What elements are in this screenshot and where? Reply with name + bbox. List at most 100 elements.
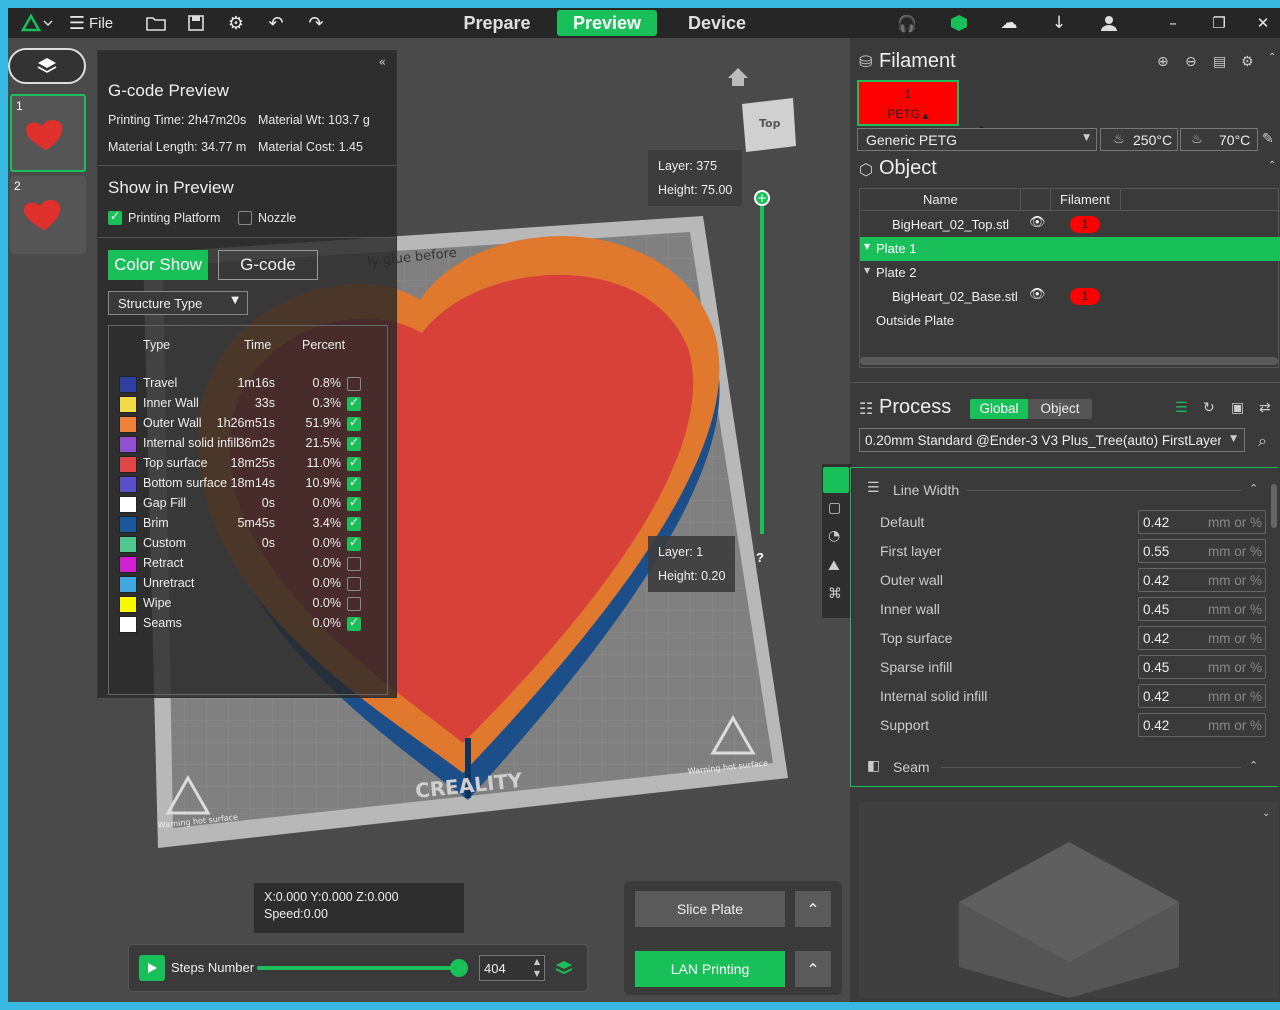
expand-down-icon[interactable]: ⌄ [1262,808,1270,819]
bed-temp-field[interactable]: ♨ 70°C [1180,128,1258,151]
layers-toggle-button[interactable] [8,48,86,84]
color-show-button[interactable]: Color Show [108,250,208,280]
save-button[interactable] [182,8,210,38]
object-row-plate-2[interactable]: ▼ Plate 2 [860,261,1280,285]
process-compare-icon[interactable]: ⇄ [1259,400,1271,416]
line-width-input[interactable]: 0.42 mm or % [1138,510,1266,534]
spin-arrows-icon[interactable]: ▲ ▼ [534,956,540,980]
nozzle-temp-field[interactable]: ♨ 250°C [1100,128,1178,151]
model-shop-button[interactable] [946,8,972,38]
close-icon[interactable]: ✕ [1250,8,1276,38]
legend-visibility-checkbox[interactable] [347,455,361,471]
steps-slider-track[interactable] [257,959,468,977]
tab-device[interactable]: Device [668,10,766,36]
edit-pencil-icon[interactable]: ✎ [1262,131,1274,147]
slice-plate-button[interactable]: Slice Plate [635,891,785,927]
cloud-upload-icon[interactable]: ☁ [996,8,1022,38]
visibility-eye-icon[interactable]: 👁 [1029,287,1046,302]
headset-icon[interactable]: 🎧 [894,8,920,38]
redo-icon[interactable]: ↷ [302,8,330,38]
object-row-plate-1[interactable]: ▼ Plate 1 [860,237,1280,261]
filament-preset-dropdown[interactable]: Generic PETG ▼ [857,128,1097,151]
collapse-up-icon[interactable]: ⌃ [1249,759,1258,772]
legend-visibility-checkbox[interactable] [347,577,361,591]
filament-badge[interactable]: 1 [1070,216,1100,233]
settings-scrollbar[interactable] [1271,484,1277,528]
printing-platform-checkbox[interactable] [108,209,122,225]
process-reset-icon[interactable]: ↻ [1203,400,1215,416]
support-category-icon[interactable]: ⛰ [828,558,840,574]
slice-options-chevron-icon[interactable]: ⌃ [795,891,831,927]
object-row-top-stl[interactable]: BigHeart_02_Top.stl 👁 1 [860,213,1280,237]
line-width-input[interactable]: 0.42 mm or % [1138,626,1266,650]
line-width-input[interactable]: 0.42 mm or % [1138,713,1266,737]
filament-badge[interactable]: 1 [1070,288,1100,305]
slider-top-handle[interactable]: + [754,190,770,206]
app-logo-menu[interactable] [18,8,58,38]
legend-visibility-checkbox[interactable] [347,377,361,391]
tab-preview[interactable]: Preview [557,10,657,36]
legend-visibility-checkbox[interactable] [347,415,361,431]
download-icon[interactable]: ↓ [1046,8,1072,38]
layers-stack-icon[interactable] [555,959,573,977]
line-width-input[interactable]: 0.45 mm or % [1138,655,1266,679]
steps-slider-handle[interactable] [449,959,468,977]
collapse-up-icon[interactable]: ⌃ [1268,52,1276,63]
legend-visibility-checkbox[interactable] [347,557,361,571]
line-width-input[interactable]: 0.55 mm or % [1138,539,1266,563]
legend-visibility-checkbox[interactable] [347,615,361,631]
visibility-eye-icon[interactable]: 👁 [1029,215,1046,230]
line-width-input[interactable]: 0.45 mm or % [1138,597,1266,621]
strength-category-icon[interactable]: ▢ [828,500,841,516]
process-preset-dropdown[interactable]: 0.20mm Standard @Ender-3 V3 Plus_Tree(au… [859,428,1245,452]
plate-thumbnail-2[interactable]: 2 [10,176,86,254]
undo-icon[interactable]: ↶ [262,8,290,38]
object-tab[interactable]: Object [1028,399,1092,419]
search-icon[interactable]: ⌕ [1258,431,1267,451]
filament-slot-1[interactable]: 1 PETG ▲ [857,80,959,126]
legend-visibility-checkbox[interactable] [347,435,361,451]
filament-settings-icon[interactable]: ⚙ [1241,54,1254,70]
line-width-input[interactable]: 0.42 mm or % [1138,568,1266,592]
legend-visibility-checkbox[interactable] [347,597,361,611]
add-filament-icon[interactable]: ⊕ [1157,54,1169,70]
plate-thumbnail-1[interactable]: 1 [10,94,86,172]
legend-visibility-checkbox[interactable] [347,475,361,491]
minimize-icon[interactable]: – [1160,8,1186,38]
expand-arrow-icon[interactable]: ▼ [864,266,870,275]
legend-visibility-checkbox[interactable] [347,535,361,551]
settings-icon[interactable]: ⚙ [222,8,250,38]
remove-filament-icon[interactable]: ⊖ [1185,54,1197,70]
nozzle-checkbox[interactable] [238,211,252,225]
structure-type-dropdown[interactable]: Structure Type ▼ [108,291,248,315]
object-row-outside-plate[interactable]: Outside Plate [860,309,1280,333]
account-button[interactable] [1096,8,1122,38]
collapse-up-icon[interactable]: ⌃ [1268,160,1276,171]
line-width-input[interactable]: 0.42 mm or % [1138,684,1266,708]
legend-visibility-checkbox[interactable] [347,515,361,531]
print-options-chevron-icon[interactable]: ⌃ [795,951,831,987]
process-list-icon[interactable]: ☰ [1175,400,1188,416]
horizontal-scrollbar[interactable] [860,357,1278,365]
open-folder-button[interactable] [142,8,170,38]
restore-icon[interactable]: ❐ [1206,8,1232,38]
object-row-base-stl[interactable]: BigHeart_02_Base.stl 👁 1 [860,285,1280,309]
collapse-up-icon[interactable]: ⌃ [1249,482,1258,495]
help-icon[interactable]: ? [756,550,764,565]
gcode-button[interactable]: G-code [218,250,318,280]
others-category-icon[interactable]: ⌘ [828,586,842,602]
tab-prepare[interactable]: Prepare [448,10,546,36]
file-menu[interactable]: ☰ File [66,8,116,38]
filament-edit-icon[interactable]: ▤ [1213,54,1226,70]
3d-viewport[interactable]: ly glue before CREALITY Warning hot surf… [8,38,850,1002]
global-tab[interactable]: Global [970,399,1028,419]
process-save-icon[interactable]: ▣ [1231,400,1244,416]
legend-visibility-checkbox[interactable] [347,395,361,411]
play-button[interactable] [139,955,165,981]
layer-range-slider[interactable] [760,198,764,534]
expand-arrow-icon[interactable]: ▼ [864,242,870,251]
lan-printing-button[interactable]: LAN Printing [635,951,785,987]
quality-category-icon[interactable] [823,467,849,493]
steps-number-input[interactable]: 404 ▲ ▼ [479,955,545,981]
speed-category-icon[interactable]: ◔ [828,528,840,544]
